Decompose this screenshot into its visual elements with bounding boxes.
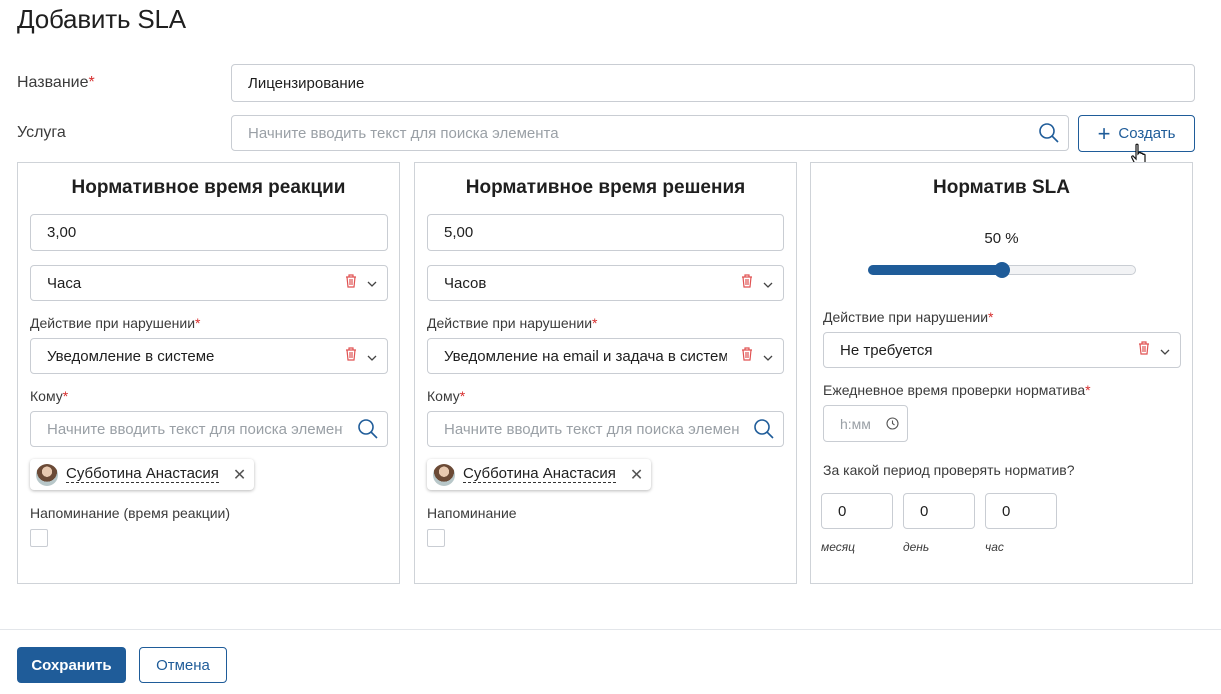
trash-icon[interactable]: [741, 274, 753, 292]
avatar: [433, 463, 455, 486]
avatar: [36, 463, 58, 486]
close-icon[interactable]: ✕: [233, 465, 246, 485]
reaction-unit-select[interactable]: Часа: [30, 265, 388, 301]
trash-icon[interactable]: [345, 274, 357, 292]
service-search-input[interactable]: Начните вводить текст для поиска элемент…: [231, 115, 1069, 151]
daily-check-time-input[interactable]: h:мм: [823, 405, 908, 442]
service-placeholder: Начните вводить текст для поиска элемент…: [248, 124, 559, 142]
chevron-down-icon[interactable]: [763, 275, 773, 292]
reaction-unit-value: Часа: [47, 274, 82, 292]
period-day-label: день: [903, 540, 930, 554]
required-mark: *: [1085, 382, 1091, 398]
period-month-label: месяц: [821, 540, 856, 554]
recipient-name[interactable]: Субботина Анастасия: [66, 466, 219, 483]
daily-check-label: Ежедневное время проверки норматива*: [823, 382, 1091, 398]
required-mark: *: [195, 315, 201, 331]
chevron-down-icon[interactable]: [763, 348, 773, 365]
period-hour-input[interactable]: 0: [985, 493, 1057, 529]
search-icon[interactable]: [1038, 122, 1060, 148]
chevron-down-icon[interactable]: [367, 276, 377, 290]
trash-icon[interactable]: [345, 347, 357, 365]
period-hour-label: час: [985, 540, 1004, 554]
period-hour-value: 0: [1002, 502, 1011, 520]
recipient-chip[interactable]: Субботина Анастасия ✕: [30, 459, 255, 490]
resolution-violation-select[interactable]: Уведомление на email и задача в системе: [427, 338, 784, 374]
name-input-value: Лицензирование: [248, 74, 365, 92]
sla-percent-label: 50 %: [984, 230, 1019, 247]
period-month-input[interactable]: 0: [821, 493, 893, 529]
resolution-time-panel: Нормативное время решения 5,00 Часов Дей…: [414, 162, 797, 584]
recipient-name[interactable]: Субботина Анастасия: [463, 466, 616, 483]
reaction-value: 3,00: [47, 224, 77, 241]
resolution-unit-select[interactable]: Часов: [427, 265, 784, 301]
clock-icon[interactable]: [886, 417, 899, 434]
search-icon[interactable]: [753, 418, 775, 444]
reaction-violation-value: Уведомление в системе: [47, 347, 215, 365]
resolution-violation-label: Действие при нарушении*: [427, 315, 598, 331]
footer-divider: [0, 629, 1221, 630]
name-label: Название*: [17, 74, 95, 91]
resolution-to-label: Кому*: [427, 388, 466, 404]
sla-percent-slider-track[interactable]: [868, 262, 1136, 278]
period-day-input[interactable]: 0: [903, 493, 975, 529]
resolution-panel-title: Нормативное время решения: [465, 177, 746, 198]
resolution-value-input[interactable]: 5,00: [427, 214, 784, 251]
search-icon[interactable]: [357, 418, 379, 444]
reaction-violation-select[interactable]: Уведомление в системе: [30, 338, 388, 374]
reaction-violation-label: Действие при нарушении*: [30, 315, 201, 331]
recipient-chip[interactable]: Субботина Анастасия ✕: [427, 459, 652, 490]
cancel-button[interactable]: Отмена: [139, 647, 227, 683]
close-icon[interactable]: ✕: [630, 465, 643, 485]
service-label: Услуга: [17, 124, 66, 141]
save-button[interactable]: Сохранить: [17, 647, 126, 683]
required-mark: *: [62, 388, 69, 404]
required-mark: *: [88, 74, 95, 91]
sla-violation-select[interactable]: Не требуется: [823, 332, 1181, 368]
required-mark: *: [988, 309, 994, 325]
required-mark: *: [459, 388, 466, 404]
name-input[interactable]: Лицензирование: [231, 64, 1195, 102]
resolution-violation-value: Уведомление на email и задача в системе: [444, 347, 727, 365]
resolution-to-search-input[interactable]: Начните вводить текст для поиска элемент…: [427, 411, 784, 447]
period-day-value: 0: [920, 502, 929, 520]
chevron-down-icon[interactable]: [1160, 342, 1170, 359]
sla-violation-label: Действие при нарушении*: [823, 309, 994, 325]
reaction-value-input[interactable]: 3,00: [30, 214, 388, 251]
reaction-reminder-label: Напоминание (время реакции): [30, 505, 231, 521]
sla-violation-value: Не требуется: [840, 341, 933, 359]
sla-norm-panel: Норматив SLA 50 % Действие при нарушении…: [810, 162, 1193, 584]
resolution-reminder-checkbox[interactable]: [427, 529, 445, 547]
time-placeholder: h:мм: [840, 415, 871, 432]
reaction-to-label: Кому*: [30, 388, 69, 404]
reaction-time-panel: Нормативное время реакции 3,00 Часа Дейс…: [17, 162, 400, 584]
resolution-value: 5,00: [444, 224, 474, 241]
reaction-to-search-input[interactable]: Начните вводить текст для поиска элемент…: [30, 411, 388, 447]
trash-icon[interactable]: [741, 347, 753, 365]
sla-percent-slider-thumb[interactable]: [994, 262, 1010, 278]
trash-icon[interactable]: [1138, 341, 1150, 359]
dialog-title: Добавить SLA: [17, 4, 186, 34]
period-month-value: 0: [838, 502, 847, 520]
resolution-to-placeholder: Начните вводить текст для поиска элемент…: [444, 420, 739, 438]
reaction-panel-title: Нормативное время реакции: [71, 177, 346, 198]
period-question-label: За какой период проверять норматив?: [823, 462, 1075, 478]
reaction-to-placeholder: Начните вводить текст для поиска элемент…: [47, 420, 343, 438]
sla-percent-slider-fill: [868, 265, 1002, 275]
chevron-down-icon[interactable]: [367, 348, 377, 365]
plus-icon: +: [1097, 120, 1111, 146]
resolution-unit-value: Часов: [444, 274, 487, 292]
required-mark: *: [592, 315, 598, 331]
sla-panel-title: Норматив SLA: [933, 177, 1070, 198]
resolution-reminder-label: Напоминание: [427, 505, 517, 521]
create-button-label: Создать: [1118, 125, 1176, 142]
reaction-reminder-checkbox[interactable]: [30, 529, 48, 547]
